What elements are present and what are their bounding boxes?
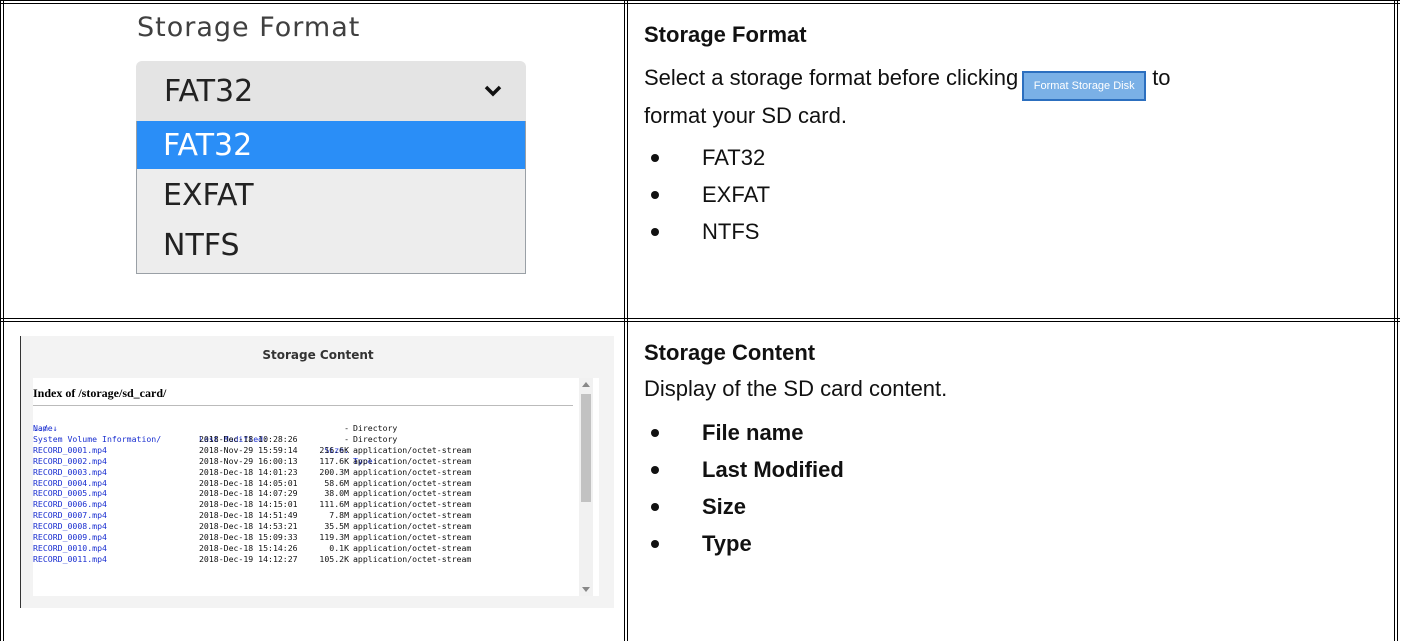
file-type: application/octet-stream [353,510,472,521]
storage-content-label: Storage Content [262,348,374,362]
file-last-modified: 2018-Dec-18 14:53:21 [199,521,298,532]
file-last-modified: 2018-Nov-29 15:59:14 [199,444,298,455]
select-current-value: FAT32 [164,74,254,109]
file-name-link[interactable]: RECORD_0010.mp4 [33,543,107,554]
file-name-link[interactable]: RECORD_0009.mp4 [33,532,107,543]
format-storage-disk-button[interactable]: Format Storage Disk [1022,71,1147,101]
file-type: application/octet-stream [353,488,472,499]
index-title: Index of /storage/sd_card/ [33,386,167,400]
row-divider-inner [0,321,1400,322]
row-divider [0,318,1400,319]
file-last-modified: 2018-Dec-18 14:01:23 [199,466,298,477]
option-ntfs[interactable]: NTFS [137,221,525,269]
file-type: application/octet-stream [353,466,472,477]
description-before: Select a storage format before clicking [644,65,1019,90]
storage-format-select[interactable]: FAT32 [136,61,526,121]
storage-format-options: FAT32 EXFAT NTFS [136,121,526,274]
file-last-modified: 2018-Dec-19 14:12:27 [199,553,298,564]
directory-listing: Index of /storage/sd_card/ Name↓ Last Mo… [33,378,599,596]
file-type: application/octet-stream [353,542,472,553]
file-size: 119.3M [319,532,349,542]
listing-header: Name↓ Last Modified: Size: Type: [33,412,378,466]
file-name-link[interactable]: RECORD_0006.mp4 [33,499,107,510]
file-last-modified: 2018-Dec-18 15:14:26 [199,542,298,553]
column-divider-inner [627,0,628,641]
file-size: 216.6K [319,444,349,455]
file-type: application/octet-stream [353,444,472,455]
bullet-file-name: File name [644,414,844,451]
file-type: Directory [353,433,398,444]
option-exfat[interactable]: EXFAT [137,171,525,219]
file-last-modified: 2018-Dec-18 14:15:01 [199,499,298,510]
bullet-ntfs: NTFS [644,213,770,250]
file-size: 200.3M [319,466,349,477]
file-name-link[interactable]: RECORD_0001.mp4 [33,445,107,456]
listing-scrollbar[interactable] [579,378,593,596]
file-size: 35.5M [324,521,349,532]
bullet-type: Type [644,525,844,562]
file-type: application/octet-stream [353,477,472,488]
file-last-modified: 2018-Dec-18 14:07:29 [199,488,298,499]
storage-format-label: Storage Format [137,12,361,43]
file-last-modified: 2018-Dec-18 10:28:26 [199,433,298,444]
table-border-top-inner [0,3,1400,4]
file-type: Directory [353,423,398,433]
file-last-modified: 2018-Dec-18 15:09:33 [199,532,298,542]
file-size: 111.6M [319,499,349,510]
file-size: 105.2K [319,553,349,564]
file-size: - [344,423,349,433]
chevron-down-icon [484,85,502,97]
table-border-left-inner [3,0,4,641]
storage-format-bullets: FAT32 EXFAT NTFS [644,139,770,250]
storage-format-description-line2: format your SD card. [644,103,847,128]
bullet-last-modified: Last Modified [644,451,844,488]
file-type: application/octet-stream [353,455,472,466]
file-size: - [344,433,349,444]
file-name-link[interactable]: RECORD_0008.mp4 [33,521,107,532]
file-name-link[interactable]: RECORD_0003.mp4 [33,467,107,478]
file-name-link[interactable]: RECORD_0005.mp4 [33,488,107,499]
file-name-link[interactable]: System Volume Information/ [33,434,161,445]
storage-content-bullets: File name Last Modified Size Type [644,414,844,562]
file-type: application/octet-stream [353,553,472,564]
storage-content-heading: Storage Content [644,340,816,365]
storage-format-screenshot: Storage Format FAT32 FAT32 EXFAT NTFS [130,8,528,274]
file-name-link[interactable]: RECORD_0002.mp4 [33,456,107,467]
file-name-link[interactable]: RECORD_0004.mp4 [33,478,107,489]
storage-content-screenshot: Storage Content Index of /storage/sd_car… [20,336,614,608]
option-fat32[interactable]: FAT32 [137,121,525,169]
bullet-fat32: FAT32 [644,139,770,176]
column-divider [624,0,625,641]
file-last-modified: 2018-Dec-18 14:51:49 [199,510,298,521]
index-divider [33,405,573,406]
file-type: application/octet-stream [353,521,472,532]
table-border-top [0,0,1400,1]
file-size: 0.1K [329,542,349,553]
table-border-right-inner [1394,0,1395,641]
file-last-modified: 2018-Dec-18 14:05:01 [199,477,298,488]
file-type: application/octet-stream [353,532,472,542]
storage-format-heading: Storage Format [644,22,807,47]
file-size: 38.0M [324,488,349,499]
file-last-modified: 2018-Nov-29 16:00:13 [199,455,298,466]
bullet-exfat: EXFAT [644,176,770,213]
file-size: 117.6K [319,455,349,466]
file-type: application/octet-stream [353,499,472,510]
storage-content-description: Display of the SD card content. [644,376,948,401]
scroll-down-arrow-icon[interactable] [582,587,590,592]
storage-format-description: Select a storage format before clicking F… [644,63,1384,101]
table-border-right [1397,0,1398,641]
scroll-up-arrow-icon[interactable] [582,382,590,387]
file-name-link[interactable]: ../ [33,423,48,434]
file-name-link[interactable]: RECORD_0007.mp4 [33,510,107,521]
table-border-left [0,0,1,641]
bullet-size: Size [644,488,844,525]
description-after: to [1152,65,1171,90]
file-name-link[interactable]: RECORD_0011.mp4 [33,554,107,565]
scroll-thumb[interactable] [581,394,591,502]
file-size: 7.8M [329,510,349,521]
file-size: 58.6M [324,477,349,488]
